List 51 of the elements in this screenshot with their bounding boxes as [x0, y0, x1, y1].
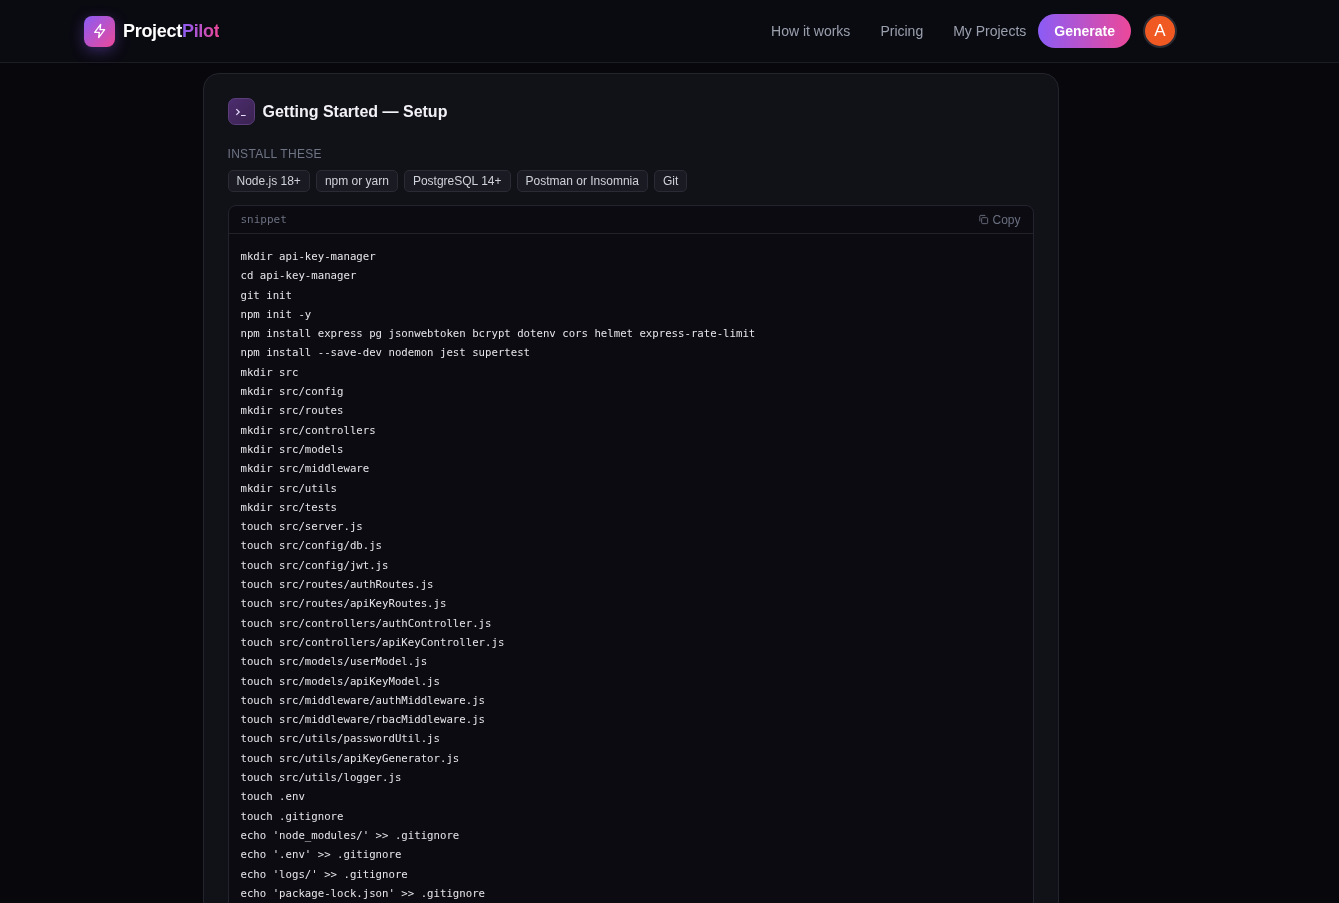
code-line: touch src/middleware/authMiddleware.js: [240, 692, 486, 709]
snippet-label: snippet: [240, 213, 287, 226]
code-line: touch src/controllers/apiKeyController.js: [240, 634, 506, 651]
code-line: touch src/config/db.js: [240, 538, 384, 555]
code-line: npm install --save-dev nodemon jest supertest: [240, 345, 532, 362]
code-line: touch src/utils/logger.js: [240, 770, 403, 786]
code-line: mkdir src/middleware: [240, 461, 371, 478]
brand-name[interactable]: ProjectPilot: [123, 20, 220, 42]
nav-link[interactable]: Pricing: [880, 23, 924, 39]
tool-tag: npm or yarn: [315, 170, 398, 192]
code-line: mkdir src/tests: [240, 499, 339, 516]
code-line: echo 'node_modules/' >> .gitignore: [240, 827, 461, 844]
logo-icon[interactable]: [84, 15, 115, 47]
code-line: touch src/models/userModel.js: [240, 654, 429, 671]
code-line: mkdir src/controllers: [240, 422, 377, 439]
terminal-icon: [227, 98, 255, 125]
code-line: touch src/controllers/authController.js: [240, 615, 493, 632]
tool-tag: Git: [653, 170, 688, 192]
copy-icon: [978, 214, 990, 225]
code-line: touch src/middleware/rbacMiddleware.js: [240, 712, 486, 729]
code-line: npm install express pg jsonwebtoken bcrypt dotenv cors helmet express-rate-limit: [240, 326, 757, 343]
code-line: echo '.env' >> .gitignore: [240, 847, 403, 864]
code-line: echo 'logs/' >> .gitignore: [240, 866, 409, 883]
code-line: touch src/models/apiKeyModel.js: [240, 673, 441, 690]
copy-button[interactable]: Copy: [978, 212, 1021, 227]
code-line: mkdir src: [240, 364, 300, 381]
section-title: Getting Started — Setup: [262, 102, 448, 121]
code-line: touch src/utils/passwordUtil.js: [240, 731, 441, 748]
code-line: touch src/routes/authRoutes.js: [240, 577, 435, 594]
nav-link[interactable]: How it works: [771, 23, 851, 39]
code-line: git init: [240, 287, 293, 304]
code-line: mkdir src/routes: [240, 403, 345, 420]
code-line: mkdir src/models: [240, 441, 345, 458]
code-line: echo 'package-lock.json' >> .gitignore: [240, 885, 486, 902]
code-line: touch src/utils/apiKeyGenerator.js: [240, 750, 461, 767]
generate-button[interactable]: Generate: [1038, 14, 1131, 48]
code-line: touch src/server.js: [240, 519, 364, 536]
code-line: npm init -y: [240, 306, 313, 323]
code-line: touch .gitignore: [240, 808, 345, 825]
code-line: touch src/config/jwt.js: [240, 557, 390, 574]
tool-tag: PostgreSQL 14+: [403, 170, 511, 192]
install-label: INSTALL THESE: [227, 147, 323, 161]
code-line: mkdir src/utils: [240, 480, 339, 497]
tool-tag: Node.js 18+: [227, 170, 310, 192]
tool-tag: Postman or Insomnia: [516, 170, 648, 192]
nav-link[interactable]: My Projects: [953, 23, 1027, 39]
code-line: touch src/routes/apiKeyRoutes.js: [240, 596, 448, 613]
code-line: mkdir api-key-manager: [240, 249, 377, 265]
code-line: cd api-key-manager: [240, 268, 358, 285]
code-line: mkdir src/config: [240, 384, 345, 401]
code-line: touch .env: [240, 789, 306, 806]
